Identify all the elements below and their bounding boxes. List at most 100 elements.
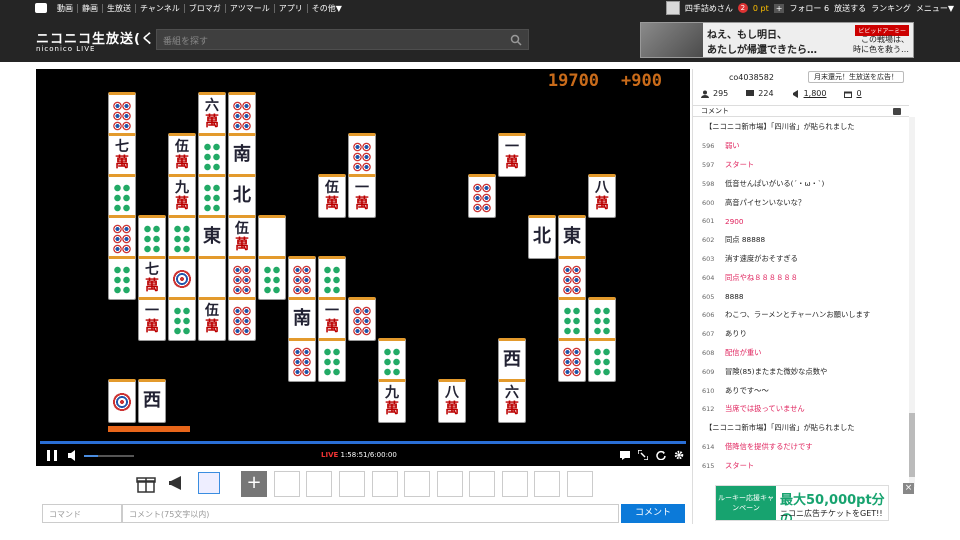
mahjong-tile[interactable] bbox=[318, 338, 346, 382]
item-slot[interactable] bbox=[469, 471, 495, 497]
close-icon[interactable]: × bbox=[903, 483, 914, 494]
mahjong-tile[interactable]: 八萬 bbox=[588, 174, 616, 218]
user-name[interactable]: 四手詰めさん bbox=[685, 3, 733, 14]
mahjong-tile[interactable]: 六萬 bbox=[198, 92, 226, 136]
mahjong-tile[interactable] bbox=[228, 92, 256, 136]
comment-list[interactable]: 【ニコニコ新市場】「四川省」が貼られました 596 弱い 597 スタート 598 低音せん… bbox=[693, 118, 909, 480]
item-slot[interactable] bbox=[372, 471, 398, 497]
comment-row[interactable]: 【ニコニコ新市場】「四川省」が貼られました bbox=[693, 419, 909, 438]
add-item-button[interactable]: + bbox=[241, 471, 267, 497]
item-slot[interactable] bbox=[404, 471, 430, 497]
nav-link-other[interactable]: その他▼ bbox=[308, 4, 346, 13]
menu-link[interactable]: メニュー▼ bbox=[916, 3, 954, 14]
seek-bar[interactable] bbox=[40, 441, 686, 444]
nav-link-channel[interactable]: チャンネル bbox=[136, 3, 185, 13]
comment-row[interactable]: 612 当席では扱っていません bbox=[693, 400, 909, 419]
mahjong-tile[interactable] bbox=[198, 133, 226, 177]
comment-submit-button[interactable]: コメント bbox=[621, 504, 685, 523]
search-input[interactable]: 番組を探す bbox=[156, 29, 529, 50]
ad-banner[interactable]: ねえ、もし明日、 あたしが帰還できたら… ビビッドアーミー この戦場は、 時に色を… bbox=[640, 22, 914, 58]
points-add-button[interactable]: + bbox=[773, 3, 785, 13]
mahjong-tile[interactable]: 伍萬 bbox=[198, 297, 226, 341]
nav-link-atsumaru[interactable]: アツマール bbox=[226, 3, 275, 13]
user-avatar[interactable] bbox=[665, 1, 680, 15]
comment-row[interactable]: 597 スタート bbox=[693, 156, 909, 175]
mahjong-tile[interactable]: 伍萬 bbox=[318, 174, 346, 218]
video-player[interactable]: 19700 +900 七萬七萬一萬伍萬九萬六萬東伍萬南北伍萬南伍萬一萬一萬九萬八… bbox=[36, 69, 690, 466]
comment-toggle-icon[interactable] bbox=[620, 450, 630, 460]
comment-row[interactable]: 601 2900 bbox=[693, 212, 909, 231]
mahjong-tile[interactable]: 北 bbox=[528, 215, 556, 259]
mahjong-tile[interactable]: 七萬 bbox=[108, 133, 136, 177]
comment-row[interactable]: 603 消す速度がおそすぎる bbox=[693, 250, 909, 269]
mahjong-tile[interactable]: 九萬 bbox=[168, 174, 196, 218]
mahjong-tile[interactable]: 東 bbox=[558, 215, 586, 259]
mahjong-tile[interactable] bbox=[288, 338, 316, 382]
mahjong-tile[interactable]: 七萬 bbox=[138, 256, 166, 300]
comment-row[interactable]: 604 同点やね８８８８８８ bbox=[693, 268, 909, 287]
mahjong-tile[interactable]: 伍萬 bbox=[168, 133, 196, 177]
nav-link-live[interactable]: 生放送 bbox=[103, 3, 136, 13]
ad-promote-button[interactable]: 月末還元！生放送を広告！ bbox=[808, 71, 904, 83]
mahjong-tile[interactable]: 北 bbox=[228, 174, 256, 218]
points-value[interactable]: 0 pt bbox=[753, 4, 769, 13]
mahjong-tile[interactable]: 九萬 bbox=[378, 379, 406, 423]
mahjong-tile[interactable] bbox=[168, 297, 196, 341]
item-slot[interactable] bbox=[306, 471, 332, 497]
fullscreen-icon[interactable] bbox=[637, 449, 649, 461]
mahjong-tile[interactable] bbox=[588, 338, 616, 382]
mahjong-tile[interactable] bbox=[288, 256, 316, 300]
mahjong-tile[interactable]: 八萬 bbox=[438, 379, 466, 423]
ranking-link[interactable]: ランキング bbox=[871, 3, 911, 14]
comment-input[interactable]: コメント(75文字以内) bbox=[122, 504, 619, 523]
comment-row[interactable]: 602 同点 88888 bbox=[693, 231, 909, 250]
mahjong-tile[interactable]: 西 bbox=[138, 379, 166, 423]
reload-icon[interactable] bbox=[656, 450, 666, 461]
item-slot[interactable] bbox=[274, 471, 300, 497]
mahjong-tile[interactable] bbox=[228, 297, 256, 341]
community-id[interactable]: co4038582 bbox=[729, 73, 774, 82]
mahjong-tile[interactable] bbox=[198, 174, 226, 218]
nav-link-blomaga[interactable]: ブロマガ bbox=[185, 3, 226, 13]
comment-row[interactable]: 606 わこつ、ラーメンとチャーハンお願いします bbox=[693, 306, 909, 325]
megaphone-icon[interactable] bbox=[167, 472, 189, 494]
mahjong-tile[interactable] bbox=[318, 256, 346, 300]
mahjong-tile[interactable] bbox=[348, 297, 376, 341]
mahjong-tile[interactable] bbox=[558, 256, 586, 300]
comment-scrollbar[interactable] bbox=[909, 117, 915, 487]
comment-row[interactable]: 605 8888 bbox=[693, 287, 909, 306]
gift-count[interactable]: 0 bbox=[856, 89, 861, 98]
comment-settings-icon[interactable] bbox=[893, 108, 901, 115]
mahjong-tile[interactable]: 南 bbox=[288, 297, 316, 341]
settings-gear-icon[interactable] bbox=[674, 450, 684, 460]
mahjong-tile[interactable]: 一萬 bbox=[138, 297, 166, 341]
scroll-thumb[interactable] bbox=[909, 413, 915, 477]
nav-link-seiga[interactable]: 静画 bbox=[78, 3, 103, 13]
follow-link[interactable]: フォロー 6 bbox=[789, 3, 829, 14]
item-slot[interactable] bbox=[567, 471, 593, 497]
item-slot[interactable] bbox=[339, 471, 365, 497]
mahjong-tile[interactable] bbox=[228, 256, 256, 300]
volume-slider[interactable] bbox=[84, 455, 134, 457]
mahjong-tile[interactable] bbox=[258, 215, 286, 259]
comment-row[interactable]: 608 配信が重い bbox=[693, 344, 909, 363]
command-input[interactable]: コマンド bbox=[42, 504, 122, 523]
mahjong-tile[interactable] bbox=[378, 338, 406, 382]
mahjong-tile[interactable] bbox=[588, 297, 616, 341]
comment-row[interactable]: 614 借降信を提供するだけです bbox=[693, 438, 909, 457]
comment-row[interactable]: 607 ありり bbox=[693, 325, 909, 344]
mahjong-tile[interactable] bbox=[558, 297, 586, 341]
comment-row[interactable]: 610 ありです～～ bbox=[693, 381, 909, 400]
comment-row[interactable]: 600 高音パイセンいないな？ bbox=[693, 193, 909, 212]
search-icon[interactable] bbox=[510, 34, 522, 46]
comment-row[interactable]: 615 スタート bbox=[693, 456, 909, 475]
mahjong-tile[interactable]: 一萬 bbox=[348, 174, 376, 218]
mahjong-tile[interactable]: 西 bbox=[498, 338, 526, 382]
mahjong-tile[interactable] bbox=[168, 215, 196, 259]
mahjong-tile[interactable]: 東 bbox=[198, 215, 226, 259]
rookie-campaign-banner[interactable]: ルーキー応援キャンペーン 最大50,000pt分の ニコニ広告チケットをGET!… bbox=[715, 485, 889, 521]
mahjong-tile[interactable] bbox=[198, 256, 226, 300]
nav-link-video[interactable]: 動画 bbox=[53, 3, 78, 13]
mahjong-tile[interactable]: 一萬 bbox=[318, 297, 346, 341]
mahjong-tile[interactable] bbox=[468, 174, 496, 218]
